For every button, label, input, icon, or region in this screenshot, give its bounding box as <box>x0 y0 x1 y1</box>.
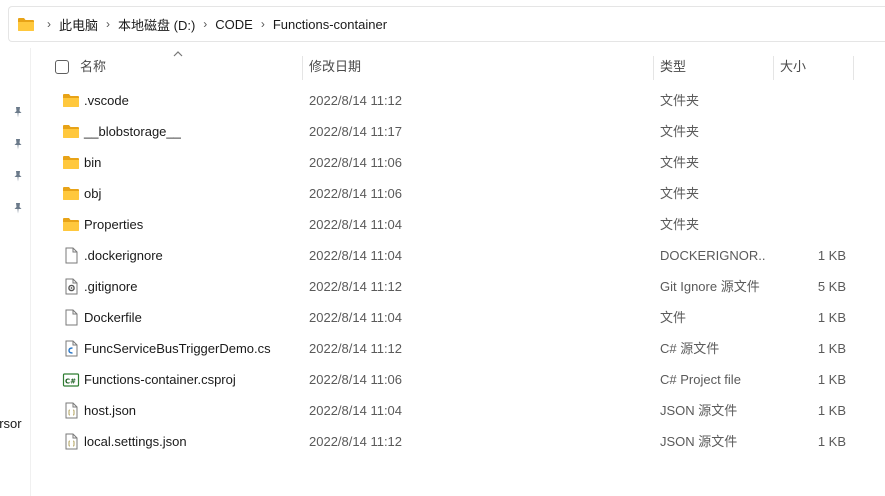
file-name[interactable]: obj <box>84 178 101 209</box>
file-name[interactable]: local.settings.json <box>84 426 187 457</box>
pin-icon[interactable] <box>12 106 24 118</box>
json-file-icon <box>65 402 78 419</box>
file-type: 文件夹 <box>660 186 700 201</box>
file-date: 2022/8/14 11:12 <box>309 434 403 449</box>
pin-icon[interactable] <box>12 170 24 182</box>
file-icon <box>65 247 78 264</box>
csharp-file-icon <box>65 340 78 357</box>
file-type: JSON 源文件 <box>660 434 738 449</box>
breadcrumb-item[interactable]: 本地磁盘 (D:) <box>118 15 195 34</box>
file-row[interactable]: .dockerignore 2022/8/14 11:04 DOCKERIGNOR.… <box>48 240 885 271</box>
file-name[interactable]: bin <box>84 147 101 178</box>
file-name[interactable]: __blobstorage__ <box>84 116 181 147</box>
column-size[interactable]: 大小 <box>780 52 806 82</box>
chevron-right-icon[interactable]: › <box>261 17 265 31</box>
chevron-right-icon[interactable]: › <box>203 17 207 31</box>
file-row[interactable]: FuncServiceBusTriggerDemo.cs 2022/8/14 11… <box>48 333 885 364</box>
column-divider[interactable] <box>853 56 854 80</box>
file-type: DOCKERIGNOR... <box>660 248 765 263</box>
file-type: 文件夹 <box>660 93 700 108</box>
file-row[interactable]: host.json 2022/8/14 11:04 JSON 源文件 1 KB <box>48 395 885 426</box>
folder-icon <box>63 187 79 200</box>
sort-ascending-icon <box>173 51 183 57</box>
file-row[interactable]: obj 2022/8/14 11:06 文件夹 <box>48 178 885 209</box>
file-date: 2022/8/14 11:06 <box>309 372 403 387</box>
file-row[interactable]: Properties 2022/8/14 11:04 文件夹 <box>48 209 885 240</box>
file-name[interactable]: .dockerignore <box>84 240 163 271</box>
column-date[interactable]: 修改日期 <box>309 52 361 82</box>
folder-icon <box>63 94 79 107</box>
file-date: 2022/8/14 11:04 <box>309 403 403 418</box>
folder-icon <box>63 218 79 231</box>
file-type: 文件夹 <box>660 155 700 170</box>
file-name[interactable]: FuncServiceBusTriggerDemo.cs <box>84 333 271 364</box>
file-size: 1 KB <box>817 434 846 449</box>
breadcrumb: › 此电脑 › 本地磁盘 (D:) › CODE › Functions-container <box>39 7 387 41</box>
file-name[interactable]: .vscode <box>84 85 129 116</box>
file-icon <box>65 309 78 326</box>
file-date: 2022/8/14 11:04 <box>309 217 403 232</box>
file-name[interactable]: Functions-container.csproj <box>84 364 236 395</box>
folder-icon <box>63 125 79 138</box>
nav-item-truncated[interactable]: ersor <box>0 416 30 431</box>
chevron-right-icon[interactable]: › <box>106 17 110 31</box>
settings-file-icon <box>65 278 78 295</box>
file-list: .vscode 2022/8/14 11:12 文件夹 __blobstorage__… <box>48 85 885 457</box>
file-type: 文件夹 <box>660 217 700 232</box>
file-date: 2022/8/14 11:12 <box>309 93 403 108</box>
breadcrumb-item[interactable]: CODE <box>215 17 253 32</box>
file-date: 2022/8/14 11:06 <box>309 155 403 170</box>
column-header: 名称 修改日期 类型 大小 <box>48 51 885 82</box>
file-date: 2022/8/14 11:12 <box>309 279 403 294</box>
file-name[interactable]: .gitignore <box>84 271 137 302</box>
file-size: 5 KB <box>817 279 846 294</box>
file-type: JSON 源文件 <box>660 403 738 418</box>
file-row[interactable]: C# Functions-container.csproj 2022/8/14 11… <box>48 364 885 395</box>
breadcrumb-item[interactable]: 此电脑 <box>59 15 98 34</box>
file-row[interactable]: .vscode 2022/8/14 11:12 文件夹 <box>48 85 885 116</box>
file-date: 2022/8/14 11:12 <box>309 341 403 356</box>
file-date: 2022/8/14 11:04 <box>309 310 403 325</box>
pin-icon[interactable] <box>12 202 24 214</box>
svg-text:C#: C# <box>65 378 76 386</box>
file-date: 2022/8/14 11:04 <box>309 248 403 263</box>
column-divider[interactable] <box>302 56 303 80</box>
file-name[interactable]: host.json <box>84 395 136 426</box>
file-size: 1 KB <box>817 310 846 325</box>
file-name[interactable]: Properties <box>84 209 143 240</box>
select-all-checkbox[interactable] <box>55 60 69 74</box>
column-divider[interactable] <box>773 56 774 80</box>
file-size: 1 KB <box>817 403 846 418</box>
json-file-icon <box>65 433 78 450</box>
csproj-file-icon: C# <box>62 373 80 387</box>
file-type: C# Project file <box>660 372 741 387</box>
file-row[interactable]: local.settings.json 2022/8/14 11:12 JSON 源… <box>48 426 885 457</box>
file-row[interactable]: Dockerfile 2022/8/14 11:04 文件 1 KB <box>48 302 885 333</box>
file-row[interactable]: .gitignore 2022/8/14 11:12 Git Ignore 源文件 5… <box>48 271 885 302</box>
chevron-right-icon[interactable]: › <box>47 17 51 31</box>
folder-icon <box>18 18 34 31</box>
column-name[interactable]: 名称 <box>80 52 106 82</box>
file-size: 1 KB <box>817 248 846 263</box>
folder-icon <box>63 156 79 169</box>
file-row[interactable]: bin 2022/8/14 11:06 文件夹 <box>48 147 885 178</box>
column-type[interactable]: 类型 <box>660 52 686 82</box>
file-type: Git Ignore 源文件 <box>660 279 760 294</box>
file-type: C# 源文件 <box>660 341 720 356</box>
file-size: 1 KB <box>817 372 846 387</box>
file-date: 2022/8/14 11:17 <box>309 124 403 139</box>
file-type: 文件夹 <box>660 124 700 139</box>
file-type: 文件 <box>660 310 687 325</box>
breadcrumb-item[interactable]: Functions-container <box>273 17 387 32</box>
pin-icon[interactable] <box>12 138 24 150</box>
file-row[interactable]: __blobstorage__ 2022/8/14 11:17 文件夹 <box>48 116 885 147</box>
file-size: 1 KB <box>817 341 846 356</box>
file-name[interactable]: Dockerfile <box>84 302 142 333</box>
file-date: 2022/8/14 11:06 <box>309 186 403 201</box>
column-divider[interactable] <box>653 56 654 80</box>
navigation-pane[interactable]: ersor <box>0 48 31 496</box>
address-bar[interactable]: › 此电脑 › 本地磁盘 (D:) › CODE › Functions-container <box>8 6 885 42</box>
